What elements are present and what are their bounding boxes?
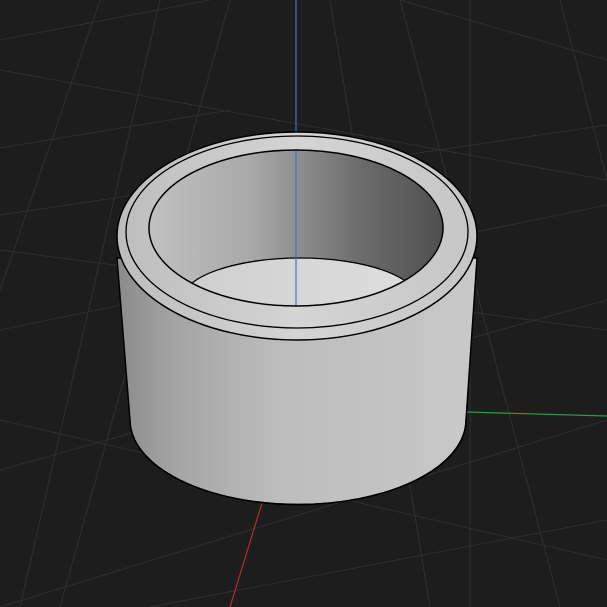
ring-object[interactable] bbox=[116, 131, 478, 506]
viewport-canvas[interactable] bbox=[0, 0, 607, 607]
3d-viewport[interactable] bbox=[0, 0, 607, 607]
